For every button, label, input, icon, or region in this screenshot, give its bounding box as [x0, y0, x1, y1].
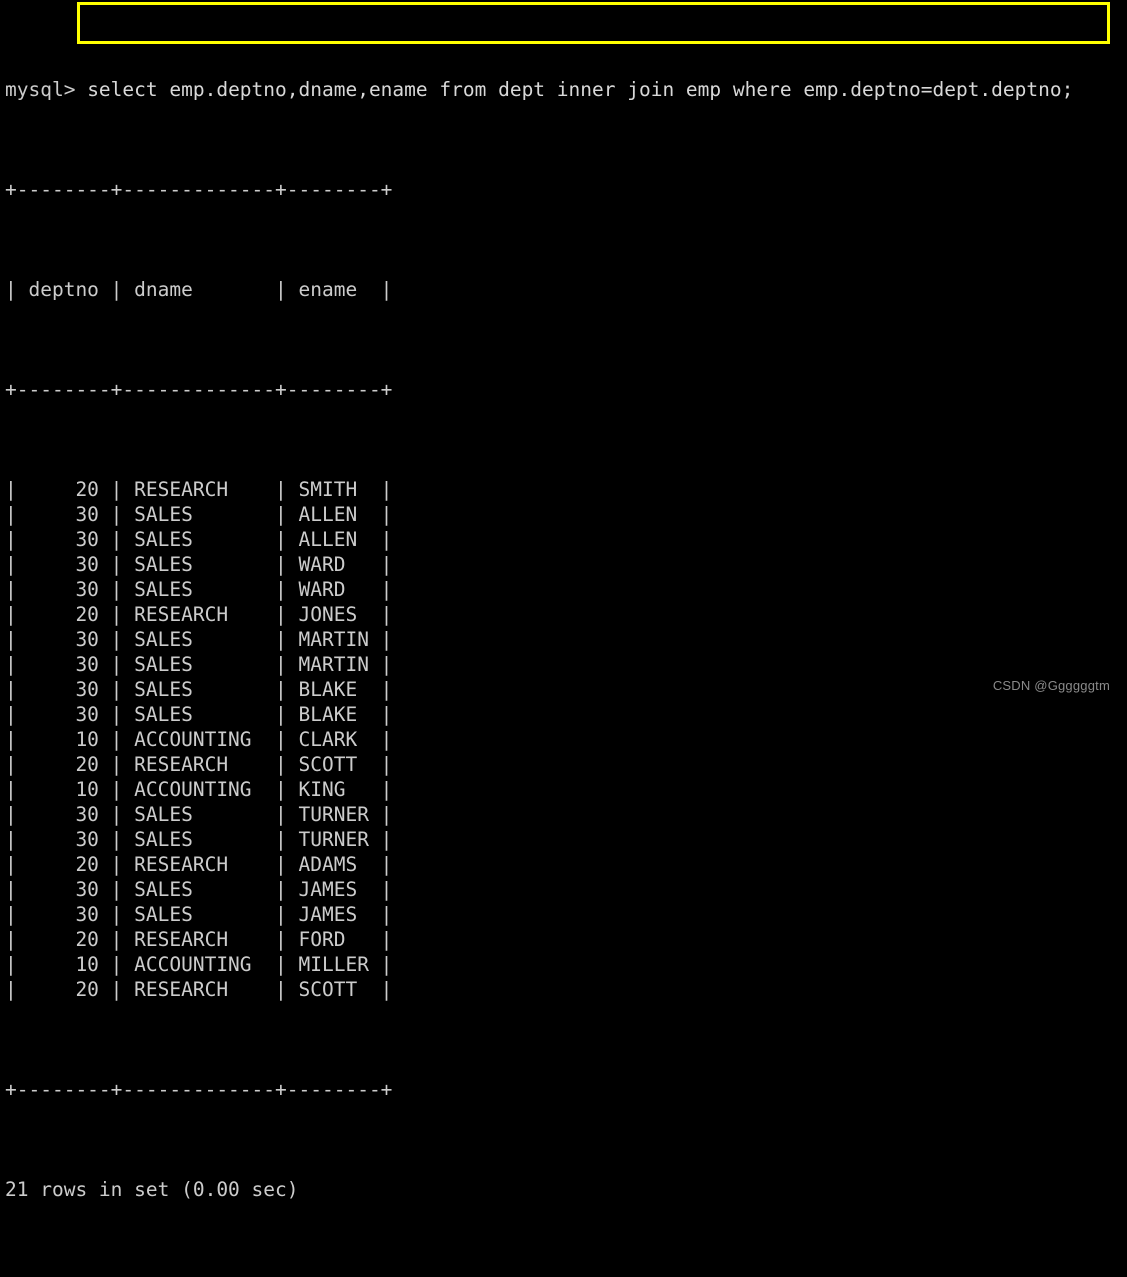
table-row: | 20 | RESEARCH | FORD |	[5, 928, 393, 951]
table-row: | 10 | ACCOUNTING | CLARK |	[5, 728, 393, 751]
sql-query-text: select emp.deptno,dname,ename from dept …	[87, 78, 1074, 101]
table-row: | 30 | SALES | MARTIN |	[5, 653, 393, 676]
table-separator-top: +--------+-------------+--------+	[5, 178, 393, 201]
table-row: | 30 | SALES | ALLEN |	[5, 503, 393, 526]
command-line[interactable]: mysql> select emp.deptno,dname,ename fro…	[5, 77, 1073, 102]
table-row: | 20 | RESEARCH | SCOTT |	[5, 978, 393, 1001]
mysql-prompt: mysql>	[5, 78, 88, 101]
table-row: | 20 | RESEARCH | SMITH |	[5, 478, 393, 501]
table-row: | 30 | SALES | TURNER |	[5, 803, 393, 826]
table-separator-header: +--------+-------------+--------+	[5, 378, 393, 401]
table-row: | 30 | SALES | JAMES |	[5, 878, 393, 901]
table-row: | 10 | ACCOUNTING | MILLER |	[5, 953, 393, 976]
result-status-line: 21 rows in set (0.00 sec)	[5, 1178, 299, 1201]
table-rows: | 20 | RESEARCH | SMITH | | 30 | SALES | …	[5, 477, 1073, 1002]
table-row: | 30 | SALES | BLAKE |	[5, 678, 393, 701]
table-row: | 10 | ACCOUNTING | KING |	[5, 778, 393, 801]
terminal-window[interactable]: mysql> select emp.deptno,dname,ename fro…	[0, 0, 1127, 1201]
table-separator-bottom: +--------+-------------+--------+	[5, 1078, 393, 1101]
terminal-output: mysql> select emp.deptno,dname,ename fro…	[5, 2, 1073, 1277]
csdn-watermark: CSDN @Ggggggtm	[992, 678, 1110, 693]
table-row: | 20 | RESEARCH | ADAMS |	[5, 853, 393, 876]
table-row: | 20 | RESEARCH | SCOTT |	[5, 753, 393, 776]
table-row: | 20 | RESEARCH | JONES |	[5, 603, 393, 626]
table-header-row: | deptno | dname | ename |	[5, 278, 393, 301]
table-row: | 30 | SALES | WARD |	[5, 578, 393, 601]
table-row: | 30 | SALES | TURNER |	[5, 828, 393, 851]
table-row: | 30 | SALES | WARD |	[5, 553, 393, 576]
table-row: | 30 | SALES | ALLEN |	[5, 528, 393, 551]
table-row: | 30 | SALES | JAMES |	[5, 903, 393, 926]
table-row: | 30 | SALES | BLAKE |	[5, 703, 393, 726]
table-row: | 30 | SALES | MARTIN |	[5, 628, 393, 651]
